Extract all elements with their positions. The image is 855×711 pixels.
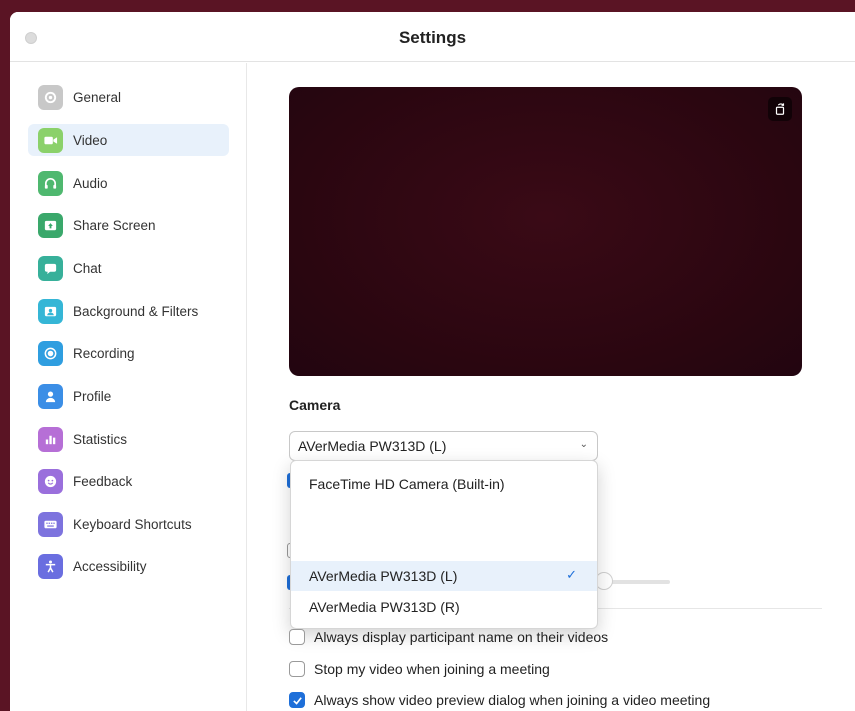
camera-option[interactable]: FaceTime HD Camera (Built-in) [291,469,597,499]
gear-icon [38,84,63,110]
sidebar-item-feedback[interactable]: Feedback [28,465,229,497]
window-title: Settings [398,28,467,47]
sidebar-item-background-filters[interactable]: Background & Filters [28,295,229,327]
rotate-icon [775,103,785,115]
camera-select[interactable]: AVerMedia PW313D (L) ⌄ [289,431,598,461]
sidebar-item-label: Share Screen [73,217,156,233]
checkmark-icon: ✓ [566,567,577,582]
smile-icon [38,468,63,494]
headphones-icon [38,170,63,196]
sidebar-item-label: Background & Filters [73,303,199,319]
record-icon [38,340,63,366]
title-bar: Settings [10,12,855,62]
sidebar-item-label: Recording [73,345,135,361]
sidebar-item-chat[interactable]: Chat [28,252,229,284]
display-names-checkbox[interactable] [289,629,305,645]
rotate-camera-button[interactable] [768,97,792,121]
sidebar-item-label: Audio [73,175,108,191]
share-screen-icon [38,212,63,238]
sidebar-item-label: Chat [73,260,102,276]
sidebar-item-profile[interactable]: Profile [28,380,229,412]
sidebar-item-statistics[interactable]: Statistics [28,423,229,455]
keyboard-icon [38,511,63,537]
sidebar-item-label: Video [73,132,108,148]
sidebar-item-recording[interactable]: Recording [28,337,229,369]
preview-dialog-checkbox[interactable] [289,692,305,708]
sidebar-item-label: Keyboard Shortcuts [73,516,192,532]
sidebar-item-label: Profile [73,388,112,404]
checkbox-row-stop-video[interactable]: Stop my video when joining a meeting [289,659,550,679]
checkbox-label: Always display participant name on their… [314,629,609,645]
video-camera-icon [38,127,63,153]
sidebar-item-label: Accessibility [73,558,147,574]
checkbox-row-display-names[interactable]: Always display participant name on their… [289,627,608,647]
chat-bubble-icon [38,255,63,281]
stop-video-checkbox[interactable] [289,661,305,677]
background-icon [38,298,63,324]
video-preview [289,87,802,376]
sidebar-item-general[interactable]: General [28,81,229,113]
sidebar-item-label: Statistics [73,431,128,447]
sidebar-item-share-screen[interactable]: Share Screen [28,209,229,241]
sidebar-item-audio[interactable]: Audio [28,167,229,199]
sidebar-item-keyboard-shortcuts[interactable]: Keyboard Shortcuts [28,508,229,540]
camera-dropdown-menu: FaceTime HD Camera (Built-in) AVerMedia … [290,460,598,629]
sidebar-item-accessibility[interactable]: Accessibility [28,550,229,582]
camera-section-label: Camera [289,397,341,413]
checkbox-label: Always show video preview dialog when jo… [314,692,711,708]
checkbox-label: Stop my video when joining a meeting [314,661,550,677]
checkbox-row-preview-dialog[interactable]: Always show video preview dialog when jo… [289,690,710,710]
camera-option-label: FaceTime HD Camera (Built-in) [309,476,505,492]
camera-option[interactable]: AVerMedia PW313D (L) ✓ [291,561,597,591]
sidebar-item-video[interactable]: Video [28,124,229,156]
camera-option[interactable]: AVerMedia PW313D (R) [291,592,597,622]
chevron-down-icon: ⌄ [579,439,588,450]
accessibility-icon [38,553,63,579]
camera-select-value: AVerMedia PW313D (L) [298,438,447,454]
settings-sidebar: General Video Audio Share Screen Chat Ba… [10,63,247,711]
camera-option-label: AVerMedia PW313D (L) [309,568,458,584]
camera-option-label: AVerMedia PW313D (R) [309,599,460,615]
checkmark-icon [292,696,302,705]
sidebar-item-label: Feedback [73,473,133,489]
settings-window: Settings General Video Audio Share Scree… [10,12,855,711]
bar-chart-icon [38,426,63,452]
sidebar-item-label: General [73,89,122,105]
person-icon [38,383,63,409]
